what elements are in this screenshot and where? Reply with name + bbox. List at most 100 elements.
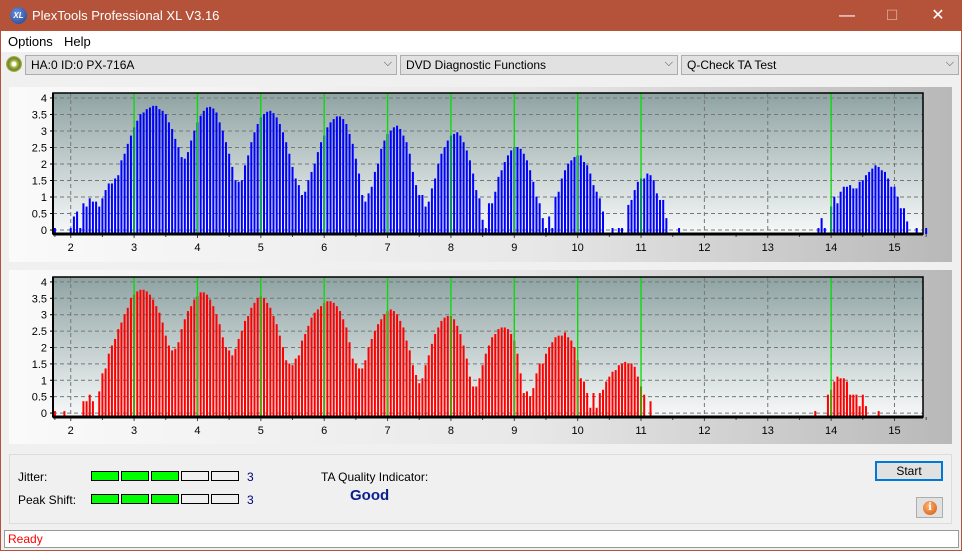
bar (345, 124, 348, 234)
toolbar: HA:0 ID:0 PX-716A ⌵ DVD Diagnostic Funct… (1, 52, 961, 78)
bar (586, 393, 589, 417)
bar (205, 294, 208, 417)
bar (294, 178, 297, 234)
bar (164, 114, 167, 234)
x-tick-label: 3 (131, 425, 137, 437)
bar (570, 160, 573, 234)
bar (158, 109, 161, 234)
bar (839, 191, 842, 234)
bar (392, 311, 395, 417)
bar (288, 153, 291, 234)
bar (430, 343, 433, 417)
y-tick-label: 2 (41, 159, 47, 171)
bar (624, 361, 627, 417)
y-tick-label: 2 (41, 342, 47, 354)
bar (548, 347, 551, 417)
results-panel (9, 454, 952, 524)
bar (107, 353, 110, 417)
x-tick-label: 5 (258, 425, 264, 437)
x-tick-label: 13 (762, 425, 774, 437)
minimize-button[interactable]: — (824, 0, 870, 31)
bar (468, 376, 471, 417)
bar (389, 130, 392, 234)
bar (380, 148, 383, 234)
bar (316, 309, 319, 417)
y-tick-label: 4 (41, 277, 47, 289)
bar (858, 406, 861, 417)
bar (877, 166, 880, 234)
meter-segment (181, 471, 209, 481)
menu-options[interactable]: Options (8, 34, 53, 49)
bar (247, 155, 250, 234)
y-tick-label: 3 (41, 126, 47, 138)
bar (152, 105, 155, 234)
bar (421, 378, 424, 417)
bar (243, 320, 246, 417)
bar (567, 337, 570, 417)
bar (887, 178, 890, 234)
bar (643, 178, 646, 234)
x-tick-label: 9 (511, 242, 517, 254)
bar (532, 181, 535, 234)
test-select-value: Q-Check TA Test (687, 58, 777, 72)
test-select[interactable]: Q-Check TA Test ⌵ (681, 55, 959, 75)
bar (500, 327, 503, 417)
drive-select-value: HA:0 ID:0 PX-716A (31, 58, 135, 72)
bar (234, 348, 237, 417)
bar (354, 363, 357, 417)
bar (177, 147, 180, 234)
bar (418, 383, 421, 417)
info-button[interactable]: i (916, 497, 943, 518)
bar (481, 219, 484, 234)
bar (453, 133, 456, 234)
bar (497, 329, 500, 417)
function-select[interactable]: DVD Diagnostic Functions ⌵ (400, 55, 678, 75)
bar (396, 125, 399, 234)
meter-segment (91, 471, 119, 481)
bar (183, 158, 186, 234)
maximize-button[interactable]: ☐ (869, 0, 915, 31)
start-button[interactable]: Start (875, 461, 943, 481)
bar (836, 376, 839, 417)
bar (377, 163, 380, 234)
bar (633, 366, 636, 417)
bar (288, 363, 291, 417)
bar (522, 393, 525, 417)
bar (361, 368, 364, 417)
bar (627, 204, 630, 234)
bar (925, 228, 928, 234)
y-tick-label: 0 (41, 225, 47, 237)
bar (320, 306, 323, 417)
bar (297, 185, 300, 234)
x-tick-label: 15 (888, 242, 900, 254)
close-button[interactable]: ✕ (915, 0, 961, 31)
x-tick-label: 2 (68, 242, 74, 254)
meter-segment (181, 494, 209, 504)
x-tick-label: 11 (635, 242, 646, 254)
chevron-down-icon: ⌵ (664, 57, 673, 69)
bar (630, 363, 633, 417)
bar (126, 143, 129, 234)
bar (152, 299, 155, 417)
bar (614, 370, 617, 417)
bar (494, 334, 497, 417)
drive-select[interactable]: HA:0 ID:0 PX-716A ⌵ (25, 55, 397, 75)
bar (301, 195, 304, 234)
bar (487, 203, 490, 234)
bar (145, 109, 148, 234)
x-tick-label: 10 (572, 242, 584, 254)
x-tick-label: 12 (698, 425, 710, 437)
bar (525, 160, 528, 234)
bar (231, 166, 234, 234)
bar (256, 297, 259, 417)
bar (139, 114, 142, 234)
bar (506, 155, 509, 234)
x-tick-label: 13 (762, 242, 774, 254)
bar (621, 363, 624, 417)
bar (598, 393, 601, 417)
bar (437, 327, 440, 417)
menu-help[interactable]: Help (64, 34, 91, 49)
bar (468, 160, 471, 234)
bar (180, 157, 183, 234)
bar (167, 345, 170, 417)
